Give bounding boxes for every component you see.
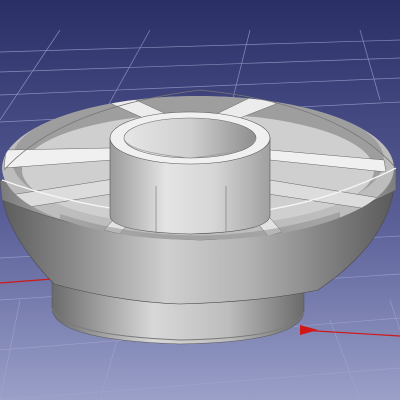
3d-scene[interactable] [0,0,400,400]
3d-viewport[interactable] [0,0,400,400]
hub-bore [123,117,257,159]
central-hub [109,111,271,235]
